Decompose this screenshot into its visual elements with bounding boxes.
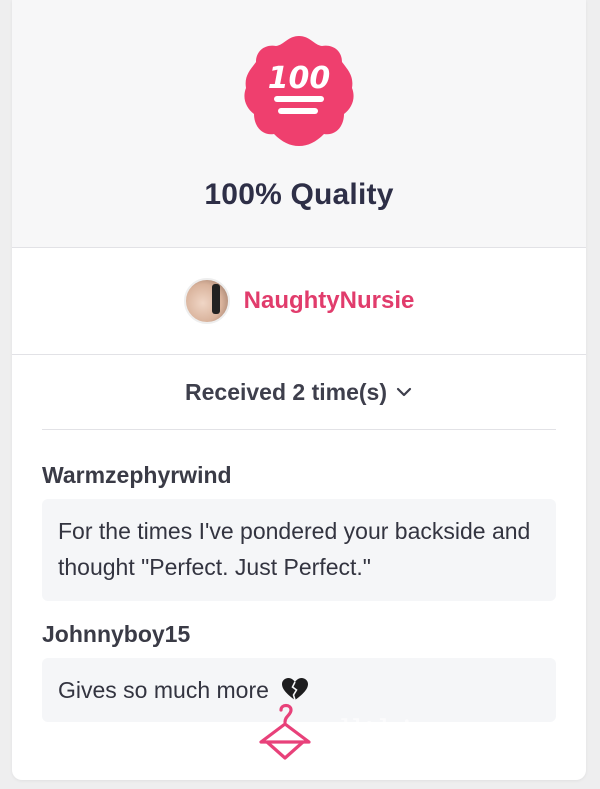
avatar[interactable] bbox=[183, 278, 230, 324]
chevron-down-icon bbox=[396, 387, 412, 397]
comment-text: Gives so much more bbox=[58, 677, 269, 703]
giver-row[interactable]: NaughtyNursie bbox=[12, 248, 586, 355]
received-toggle[interactable]: Received 2 time(s) bbox=[42, 355, 556, 430]
comment-text-box: Gives so much more bbox=[42, 658, 556, 722]
badge-header: 100 100% Quality bbox=[12, 0, 586, 248]
received-label: Received 2 time(s) bbox=[185, 378, 387, 405]
comment-author: Warmzephyrwind bbox=[42, 462, 232, 488]
comment-item: Johnnyboy15 Gives so much more bbox=[42, 621, 556, 722]
badge-card: 100 100% Quality NaughtyNursie Received … bbox=[12, 0, 586, 780]
badge-icon-text: 100 bbox=[268, 61, 331, 96]
comment-author: Johnnyboy15 bbox=[42, 621, 191, 647]
comment-item: Warmzephyrwind For the times I've ponder… bbox=[42, 462, 556, 601]
hundred-points-icon: 100 bbox=[244, 36, 354, 146]
comment-text: For the times I've pondered your backsid… bbox=[42, 499, 556, 601]
comments-list: Warmzephyrwind For the times I've ponder… bbox=[12, 430, 586, 722]
badge-title: 100% Quality bbox=[204, 178, 394, 211]
giver-name-link[interactable]: NaughtyNursie bbox=[244, 287, 415, 315]
broken-heart-icon bbox=[282, 678, 309, 701]
